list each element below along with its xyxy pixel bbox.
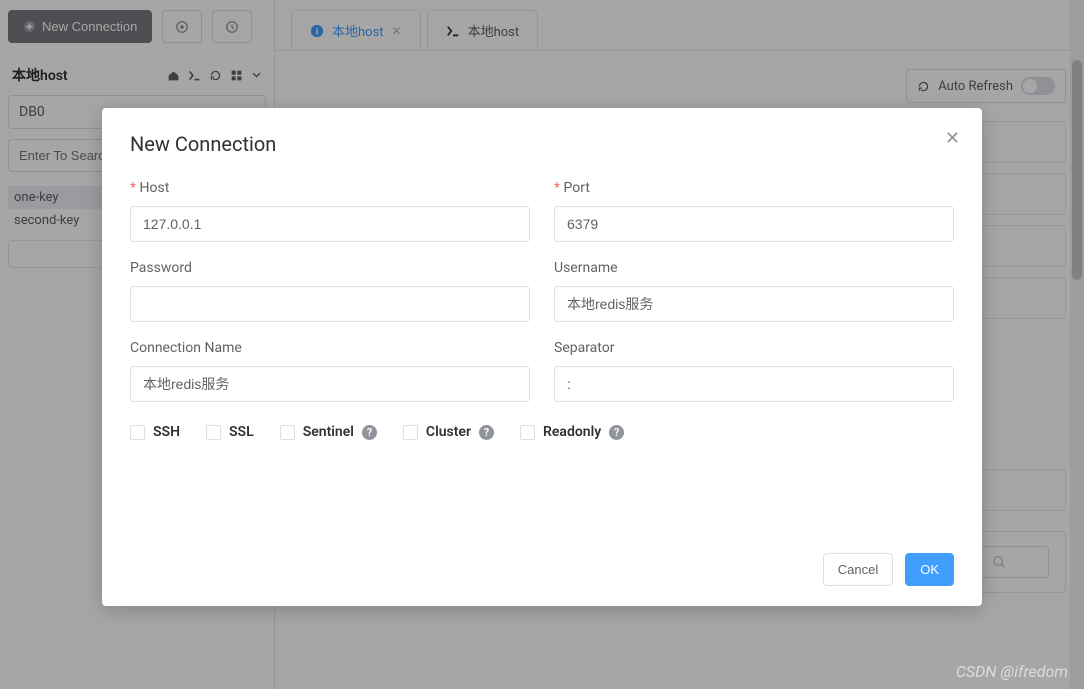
checkbox-icon: [403, 425, 418, 440]
password-label: Password: [130, 260, 530, 276]
sentinel-label: Sentinel: [303, 424, 354, 440]
checkbox-icon: [206, 425, 221, 440]
cluster-label: Cluster: [426, 424, 471, 440]
modal-overlay: New Connection ✕ Host Port Password User…: [0, 0, 1084, 689]
checkbox-row: SSH SSL Sentinel ? Cluster ? Readonly ?: [130, 424, 954, 440]
cancel-label: Cancel: [838, 562, 878, 577]
username-field-group: Username: [554, 260, 954, 322]
dialog-footer: Cancel OK: [823, 553, 954, 586]
help-icon[interactable]: ?: [362, 425, 377, 440]
ok-button[interactable]: OK: [905, 553, 954, 586]
separator-field-group: Separator: [554, 340, 954, 402]
ssl-checkbox[interactable]: SSL: [206, 424, 254, 440]
port-label: Port: [554, 180, 954, 196]
readonly-label: Readonly: [543, 424, 601, 440]
cluster-checkbox[interactable]: Cluster ?: [403, 424, 494, 440]
checkbox-icon: [520, 425, 535, 440]
ok-label: OK: [920, 562, 939, 577]
help-icon[interactable]: ?: [479, 425, 494, 440]
host-input[interactable]: [130, 206, 530, 242]
readonly-checkbox[interactable]: Readonly ?: [520, 424, 624, 440]
password-field-group: Password: [130, 260, 530, 322]
port-input[interactable]: [554, 206, 954, 242]
host-field-group: Host: [130, 180, 530, 242]
username-label: Username: [554, 260, 954, 276]
connname-label: Connection Name: [130, 340, 530, 356]
ssh-label: SSH: [153, 424, 180, 440]
new-connection-dialog: New Connection ✕ Host Port Password User…: [102, 108, 982, 606]
port-field-group: Port: [554, 180, 954, 242]
ssh-checkbox[interactable]: SSH: [130, 424, 180, 440]
watermark: CSDN @ifredom: [956, 662, 1068, 681]
checkbox-icon: [130, 425, 145, 440]
ssl-label: SSL: [229, 424, 254, 440]
close-icon[interactable]: ✕: [945, 128, 960, 149]
host-label: Host: [130, 180, 530, 196]
username-input[interactable]: [554, 286, 954, 322]
dialog-title: New Connection: [130, 132, 954, 156]
password-input[interactable]: [130, 286, 530, 322]
separator-label: Separator: [554, 340, 954, 356]
sentinel-checkbox[interactable]: Sentinel ?: [280, 424, 377, 440]
connname-field-group: Connection Name: [130, 340, 530, 402]
help-icon[interactable]: ?: [609, 425, 624, 440]
checkbox-icon: [280, 425, 295, 440]
connname-input[interactable]: [130, 366, 530, 402]
separator-input[interactable]: [554, 366, 954, 402]
cancel-button[interactable]: Cancel: [823, 553, 893, 586]
form-grid: Host Port Password Username Connection N…: [130, 180, 954, 402]
